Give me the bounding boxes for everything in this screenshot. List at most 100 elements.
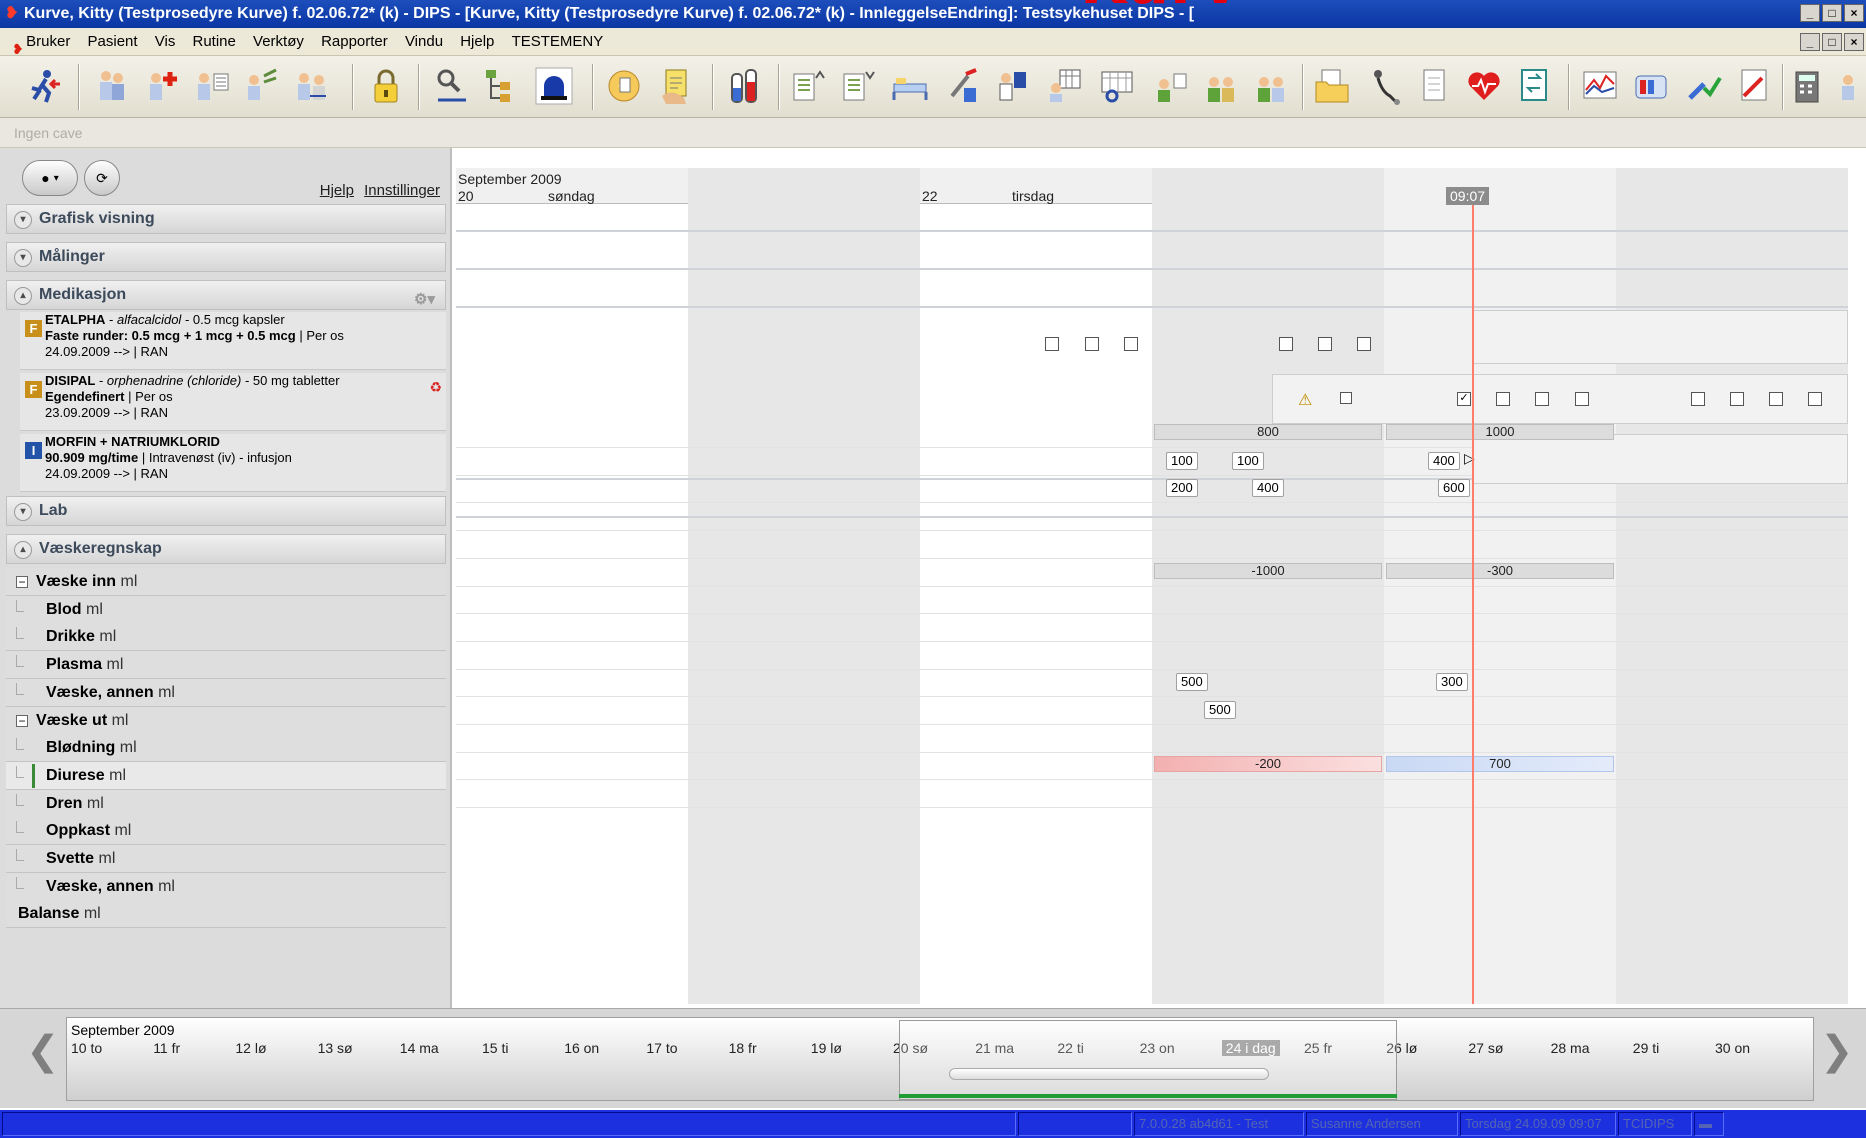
timeline-next-icon[interactable]: ❯	[1820, 1031, 1854, 1071]
administration-checkbox[interactable]	[1045, 337, 1059, 351]
fluid-row[interactable]: Væske, annen ml	[6, 872, 446, 901]
administration-checkbox[interactable]	[1730, 392, 1744, 406]
fluid-value[interactable]: 300	[1436, 673, 1468, 692]
add-person-icon[interactable]	[142, 66, 182, 106]
note-icon[interactable]	[1340, 392, 1352, 404]
close-button[interactable]: ×	[1844, 4, 1864, 22]
fluid-row[interactable]: Dren ml	[6, 789, 446, 818]
menu-vindu[interactable]: Vindu	[405, 28, 443, 56]
bed-up-icon[interactable]	[786, 66, 826, 106]
section-lab[interactable]: ▾ Lab	[6, 496, 446, 526]
heart-rate-icon[interactable]	[1464, 66, 1504, 106]
user-search-icon[interactable]	[432, 66, 472, 106]
fluid-value[interactable]: 500	[1204, 701, 1236, 719]
cleaning-icon[interactable]	[942, 66, 982, 106]
mdi-maximize-button[interactable]: □	[1822, 33, 1842, 51]
fluid-row[interactable]: − Væske ut ml	[6, 706, 446, 735]
medication-row-disipal[interactable]: F DISIPAL - orphenadrine (chloride) - 50…	[20, 373, 446, 431]
timeline-day[interactable]: 18 fr	[729, 1040, 757, 1056]
lock-icon[interactable]	[366, 66, 406, 106]
timeline-day[interactable]: 19 lø	[811, 1040, 842, 1056]
prescription-icon[interactable]	[1734, 66, 1774, 106]
administration-checkbox[interactable]	[1769, 392, 1783, 406]
doctor-note-icon[interactable]	[992, 66, 1032, 106]
lab-flask-icon[interactable]	[724, 66, 764, 106]
document-back-icon[interactable]	[604, 66, 644, 106]
fluid-value[interactable]: 600	[1438, 479, 1470, 498]
timeline-day[interactable]: 27 sø	[1468, 1040, 1503, 1056]
persons-icon[interactable]	[1152, 66, 1192, 106]
recycle-icon[interactable]: ♻	[429, 379, 442, 395]
administration-checkbox[interactable]	[1575, 392, 1589, 406]
menu-verktoy[interactable]: Verktøy	[253, 28, 304, 56]
hand-document-icon[interactable]	[656, 66, 696, 106]
persons-pair2-icon[interactable]	[1252, 66, 1292, 106]
fluid-value[interactable]: 500	[1176, 673, 1208, 692]
menu-pasient[interactable]: Pasient	[88, 28, 138, 56]
minimize-button[interactable]: _	[1800, 4, 1820, 22]
disipal-administration-band[interactable]	[1272, 374, 1848, 424]
stethoscope-icon[interactable]	[1364, 66, 1404, 106]
open-folder-icon[interactable]	[1312, 66, 1352, 106]
alarm-bell-icon[interactable]	[534, 66, 574, 106]
timeline-day[interactable]: 14 ma	[400, 1040, 439, 1056]
fluid-row[interactable]: Drikke ml	[6, 623, 446, 652]
timeline-day[interactable]: 28 ma	[1551, 1040, 1590, 1056]
view-mode-button[interactable]: ● ▾	[22, 160, 78, 196]
timeline-strip[interactable]: September 2009 10 to 11 fr 12 lø 13 sø 14 ma…	[66, 1017, 1814, 1101]
fluid-value[interactable]: 100	[1232, 451, 1264, 470]
collapse-icon[interactable]: −	[16, 576, 28, 588]
administration-checkbox[interactable]	[1357, 337, 1371, 351]
medication-row-morfin[interactable]: I MORFIN + NATRIUMKLORID 90.909 mg/time …	[20, 434, 446, 492]
administration-checkbox[interactable]	[1496, 392, 1510, 406]
administration-checkbox[interactable]	[1085, 337, 1099, 351]
collapse-icon[interactable]: −	[16, 714, 28, 727]
menu-hjelp[interactable]: Hjelp	[460, 28, 494, 56]
timeline-day[interactable]: 11 fr	[153, 1040, 180, 1056]
administration-checkbox[interactable]	[1279, 337, 1293, 351]
mdi-minimize-button[interactable]: _	[1800, 33, 1820, 51]
section-grafisk[interactable]: ▾ Grafisk visning	[6, 204, 446, 234]
timeline-slider[interactable]	[949, 1068, 1269, 1080]
bed-icon[interactable]	[890, 66, 930, 106]
person-change-icon[interactable]	[292, 66, 332, 106]
timeline-day[interactable]: 29 ti	[1633, 1040, 1659, 1056]
person-note-icon[interactable]	[1834, 66, 1866, 106]
timeline-day[interactable]: 13 sø	[318, 1040, 353, 1056]
menu-vis[interactable]: Vis	[155, 28, 176, 56]
persons-pair-icon[interactable]	[1202, 66, 1242, 106]
fluid-row[interactable]: Væske, annen ml	[6, 678, 446, 707]
medication-row-etalpha[interactable]: F ETALPHA - alfacalcidol - 0.5 mcg kapsl…	[20, 312, 446, 370]
chart-grid[interactable]: September 2009 20søndag21mandag22tirsdag…	[456, 168, 1848, 1004]
fluid-row[interactable]: Balanse ml	[6, 900, 446, 929]
refresh-button[interactable]: ⟳	[84, 160, 120, 196]
flow-icon[interactable]	[1514, 66, 1554, 106]
timeline-day[interactable]: 30 on	[1715, 1040, 1750, 1056]
section-vaskeregnskap[interactable]: ▴ Væskeregnskap	[6, 534, 446, 564]
fluid-value[interactable]: 400	[1428, 451, 1460, 470]
curve-chart-icon[interactable]	[1580, 66, 1620, 106]
administration-checkbox[interactable]	[1124, 337, 1138, 351]
fluid-value[interactable]: 200	[1166, 479, 1198, 498]
gear-icon[interactable]: ⚙▾	[414, 286, 435, 314]
administration-checkbox[interactable]	[1318, 337, 1332, 351]
fluid-value[interactable]: 100	[1166, 451, 1198, 470]
calculator-icon[interactable]	[1788, 66, 1828, 106]
help-link[interactable]: Hjelp	[320, 182, 354, 199]
medication-icon[interactable]	[1632, 66, 1672, 106]
fluid-row[interactable]: Oppkast ml	[6, 817, 446, 846]
calendar-search-icon[interactable]	[1098, 66, 1138, 106]
hierarchy-icon[interactable]	[482, 66, 522, 106]
etalpha-administration-band[interactable]	[1472, 310, 1848, 364]
fluid-row[interactable]: − Væske inn ml	[6, 568, 446, 596]
injection-check-icon[interactable]	[1684, 66, 1724, 106]
run-icon[interactable]	[24, 66, 64, 106]
person-move-icon[interactable]	[242, 66, 282, 106]
menu-rapporter[interactable]: Rapporter	[321, 28, 388, 56]
team-icon[interactable]	[92, 66, 132, 106]
administration-checkbox[interactable]	[1808, 392, 1822, 406]
fluid-value[interactable]: 400	[1252, 479, 1284, 498]
menu-rutine[interactable]: Rutine	[193, 28, 236, 56]
section-medikasjon[interactable]: ▴ Medikasjon ⚙▾	[6, 280, 446, 310]
fluid-row[interactable]: Blod ml	[6, 595, 446, 624]
